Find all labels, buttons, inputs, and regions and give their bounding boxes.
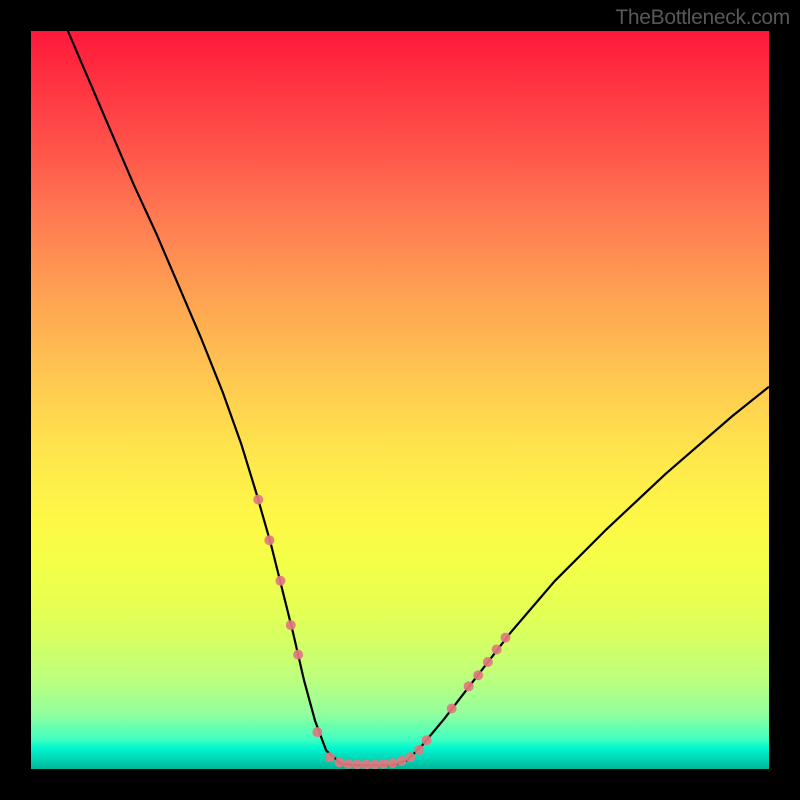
scatter-dot — [361, 760, 371, 769]
scatter-dot — [325, 752, 335, 762]
scatter-dot — [352, 760, 362, 769]
scatter-dot — [343, 759, 353, 769]
scatter-dot — [405, 752, 415, 762]
scatter-dot — [464, 681, 474, 691]
scatter-dot — [483, 657, 493, 667]
chart-svg — [31, 31, 769, 769]
scatter-dot — [253, 495, 263, 505]
scatter-dot — [414, 745, 424, 755]
scatter-dot — [396, 756, 406, 766]
scatter-dot — [379, 759, 389, 769]
scatter-dot — [312, 727, 322, 737]
scatter-dot — [422, 735, 432, 745]
scatter-dot — [264, 535, 274, 545]
scatter-dot — [473, 670, 483, 680]
chart-plot-area — [31, 31, 769, 769]
scatter-dot — [492, 644, 502, 654]
scatter-dot — [447, 703, 457, 713]
scatter-dot — [370, 760, 380, 769]
scatter-dot — [293, 650, 303, 660]
scatter-dot — [286, 620, 296, 630]
scatter-dot — [275, 576, 285, 586]
scatter-dot — [388, 758, 398, 768]
scatter-dot — [501, 633, 511, 643]
scatter-dot — [334, 757, 344, 767]
watermark-text: TheBottleneck.com — [615, 6, 790, 30]
bottleneck-curve — [68, 31, 769, 765]
